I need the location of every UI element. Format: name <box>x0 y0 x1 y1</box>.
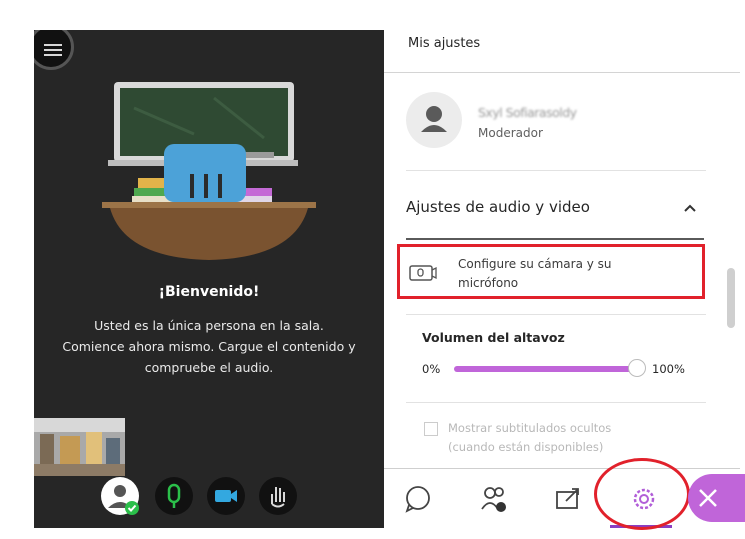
configure-camera-mic-button[interactable]: Configure su cámara y su micrófono <box>408 250 698 294</box>
slider-track <box>454 366 642 372</box>
configure-label: Configure su cámara y su micrófono <box>458 255 658 293</box>
captions-line: (cuando están disponibles) <box>448 440 604 454</box>
share-icon <box>556 488 579 509</box>
user-avatar-icon <box>101 477 139 515</box>
captions-checkbox[interactable] <box>424 422 438 436</box>
slider-handle[interactable] <box>628 359 646 377</box>
chat-bubble-icon <box>405 486 430 513</box>
welcome-line: Comience ahora mismo. Cargue el contenid… <box>62 339 356 354</box>
camera-mic-icon <box>409 265 437 281</box>
avatar <box>406 92 462 148</box>
welcome-message: Usted es la única persona en la sala. Co… <box>44 315 374 378</box>
tab-chat[interactable] <box>398 479 438 519</box>
speaker-volume-label: Volumen del altavoz <box>422 330 565 345</box>
user-name: Sxyl Sofiarasoldy <box>478 105 577 120</box>
speaker-volume-slider[interactable] <box>454 359 646 377</box>
configure-line: micrófono <box>458 276 519 290</box>
focus-indicator <box>406 238 704 240</box>
panel-header: Mis ajustes <box>384 10 740 73</box>
panel-scrollbar[interactable] <box>727 268 735 328</box>
audio-video-section-title[interactable]: Ajustes de audio y video <box>406 198 590 216</box>
attendees-icon <box>481 487 506 512</box>
chevron-up-icon[interactable] <box>680 198 700 218</box>
captions-label: Mostrar subtitulados ocultos (cuando est… <box>448 419 611 457</box>
microphone-button[interactable] <box>154 476 194 516</box>
camera-button[interactable] <box>206 476 246 516</box>
divider <box>406 170 706 171</box>
self-video-thumbnail <box>34 418 125 476</box>
user-silhouette-icon <box>421 106 447 132</box>
welcome-line: compruebe el audio. <box>144 360 274 375</box>
user-role: Moderador <box>478 126 543 140</box>
divider <box>406 314 706 315</box>
session-menu-button[interactable] <box>34 30 74 70</box>
welcome-line: Usted es la única persona en la sala. <box>94 318 324 333</box>
panel-title: Mis ajustes <box>408 36 481 51</box>
tab-share-content[interactable] <box>548 479 588 519</box>
menu-icon <box>44 44 62 59</box>
close-icon <box>699 489 717 507</box>
classroom-illustration <box>102 82 316 260</box>
volume-max-label: 100% <box>652 362 685 376</box>
microphone-icon <box>155 477 193 515</box>
raise-hand-button[interactable] <box>258 476 298 516</box>
volume-min-label: 0% <box>422 362 441 376</box>
divider <box>406 402 706 403</box>
my-status-button[interactable] <box>100 476 140 516</box>
tab-attendees[interactable] <box>474 479 514 519</box>
configure-line: Configure su cámara y su <box>458 257 612 271</box>
highlight-circle <box>594 458 690 530</box>
welcome-title: ¡Bienvenido! <box>158 284 260 300</box>
captions-line: Mostrar subtitulados ocultos <box>448 421 612 435</box>
close-panel-button[interactable] <box>688 474 745 522</box>
hand-icon <box>259 477 297 515</box>
my-settings-panel: Mis ajustes Sxyl Sofiarasoldy Moderador … <box>384 10 745 530</box>
session-stage: ¡Bienvenido! Usted es la única persona e… <box>34 30 384 528</box>
camera-icon <box>207 477 245 515</box>
